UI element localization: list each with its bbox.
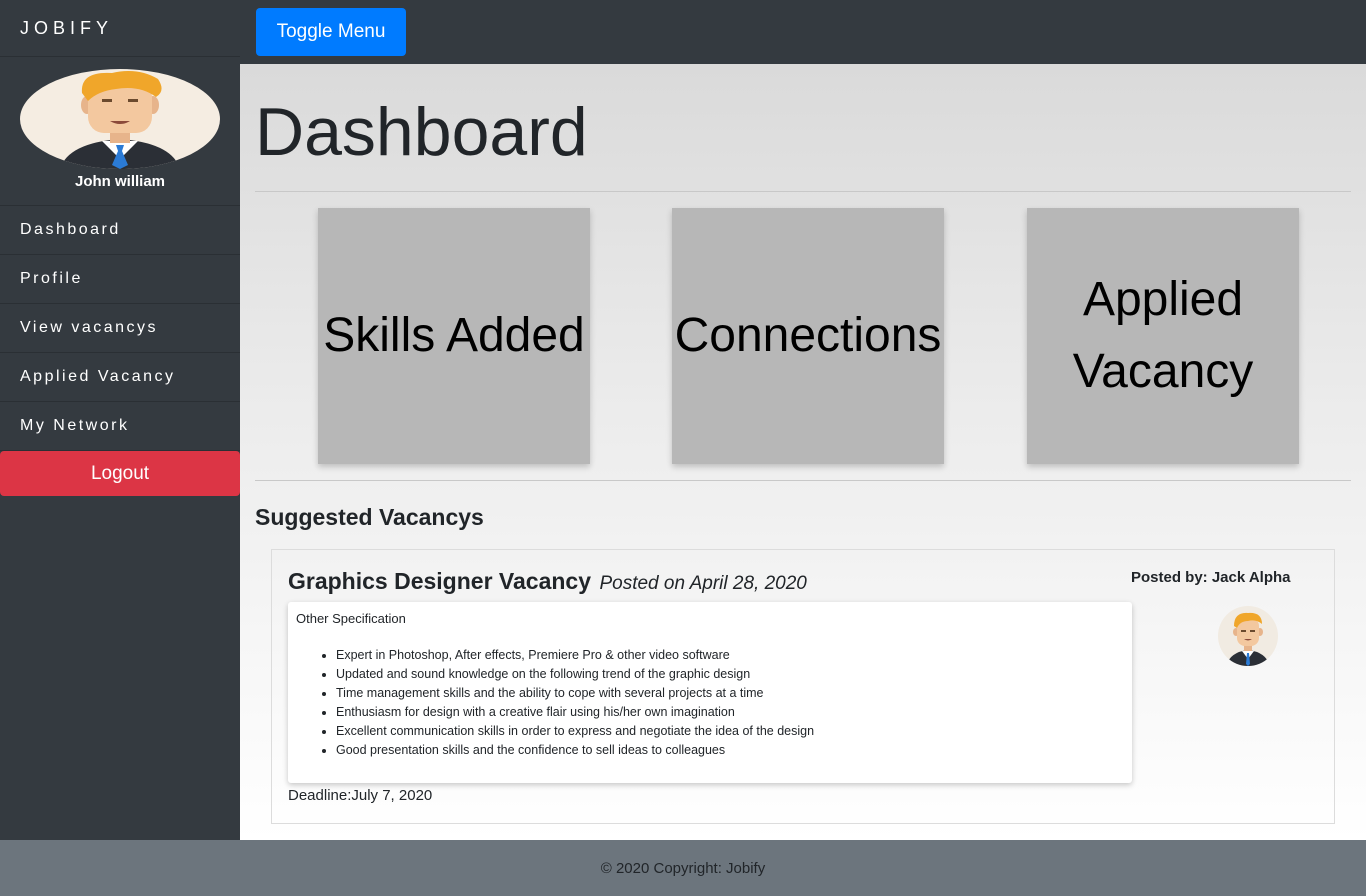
sidebar-item-view-vacancys[interactable]: View vacancys — [0, 304, 240, 353]
vacancy-heading: Graphics Designer Vacancy Posted on Apri… — [288, 568, 807, 595]
skills-added-card[interactable]: Skills Added — [318, 208, 590, 464]
footer: © 2020 Copyright: Jobify — [0, 840, 1366, 896]
vacancy-deadline: Deadline:July 7, 2020 — [288, 787, 433, 804]
applied-vacancy-card[interactable]: Applied Vacancy — [1027, 208, 1299, 464]
user-name: John william — [74, 173, 165, 190]
vacancy-card[interactable]: Graphics Designer Vacancy Posted on Apri… — [271, 549, 1335, 824]
list-item: Time management skills and the ability t… — [336, 684, 814, 703]
sidebar-item-applied-vacancy[interactable]: Applied Vacancy — [0, 353, 240, 402]
section-title: Suggested Vacancys — [255, 504, 484, 530]
copyright-text: © 2020 Copyright: Jobify — [600, 859, 766, 877]
page-title: Dashboard — [255, 94, 588, 170]
sidebar: JOBIFY John william Dashboard Profile Vi… — [0, 0, 240, 840]
list-item: Excellent communication skills in order … — [336, 722, 814, 741]
vacancy-title[interactable]: Graphics Designer Vacancy — [288, 568, 591, 594]
specification-title: Other Specification — [296, 611, 406, 626]
toggle-menu-button[interactable]: Toggle Menu — [256, 8, 406, 56]
sidebar-item-profile[interactable]: Profile — [0, 255, 240, 304]
specification-list: Expert in Photoshop, After effects, Prem… — [336, 646, 814, 760]
list-item: Expert in Photoshop, After effects, Prem… — [336, 646, 814, 665]
stat-label: Connections — [674, 309, 942, 362]
divider — [255, 191, 1351, 192]
list-item: Enthusiasm for design with a creative fl… — [336, 703, 814, 722]
stat-label: Applied Vacancy — [1072, 273, 1254, 398]
divider — [255, 480, 1351, 481]
sidebar-item-dashboard[interactable]: Dashboard — [0, 206, 240, 255]
connections-card[interactable]: Connections — [672, 208, 944, 464]
list-item: Good presentation skills and the confide… — [336, 741, 814, 760]
main-content: Dashboard Skills Added Connections Appli… — [240, 64, 1366, 840]
list-item: Updated and sound knowledge on the follo… — [336, 665, 814, 684]
topbar: Toggle Menu — [240, 0, 1366, 64]
specification-box: Other Specification Expert in Photoshop,… — [288, 602, 1132, 783]
stat-label: Skills Added — [323, 309, 585, 362]
avatar — [20, 69, 220, 169]
vacancy-posted-date: Posted on April 28, 2020 — [599, 573, 807, 594]
poster-avatar[interactable] — [1218, 606, 1278, 666]
posted-by: Posted by: Jack Alpha — [1131, 569, 1291, 586]
user-profile: John william — [0, 57, 240, 206]
sidebar-item-my-network[interactable]: My Network — [0, 402, 240, 451]
brand-logo[interactable]: JOBIFY — [0, 0, 240, 57]
logout-button[interactable]: Logout — [0, 451, 240, 496]
